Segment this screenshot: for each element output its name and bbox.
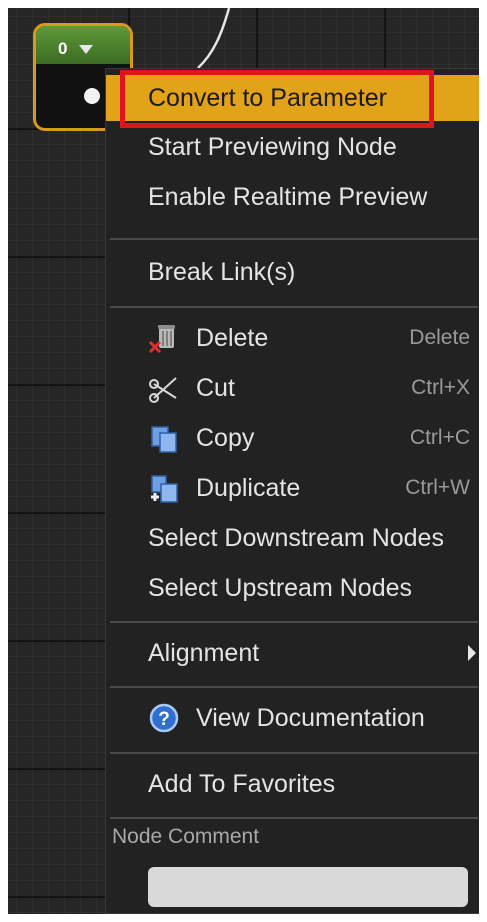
menu-item-break-links[interactable]: Break Link(s) — [106, 249, 479, 295]
submenu-arrow-icon — [468, 645, 476, 661]
menu-item-label: Select Upstream Nodes — [148, 573, 413, 602]
shortcut-label: Ctrl+W — [405, 476, 470, 499]
menu-separator — [110, 686, 478, 688]
node-header: 0 — [36, 26, 130, 64]
svg-text:?: ? — [158, 709, 170, 730]
copy-icon — [148, 422, 180, 454]
expand-caret-icon[interactable] — [79, 44, 94, 54]
menu-item-label: Alignment — [148, 638, 260, 667]
menu-separator — [110, 238, 478, 240]
menu-item-label: Delete — [196, 323, 269, 352]
shortcut-label: Ctrl+C — [409, 426, 470, 449]
menu-item-label: Select Downstream Nodes — [148, 523, 444, 552]
menu-item-start-previewing-node[interactable]: Start Previewing Node — [106, 124, 479, 170]
node-comment-label: Node Comment — [112, 825, 260, 848]
menu-item-label: Break Link(s) — [148, 257, 296, 286]
menu-item-select-downstream-nodes[interactable]: Select Downstream Nodes — [106, 515, 479, 561]
menu-separator — [110, 817, 478, 819]
trash-icon — [148, 322, 180, 354]
menu-item-enable-realtime-preview[interactable]: Enable Realtime Preview — [106, 174, 479, 220]
graph-canvas[interactable]: 0 Convert to Parameter Start Previewing … — [8, 8, 479, 914]
menu-item-delete[interactable]: Delete Delete — [106, 315, 479, 361]
menu-item-label: Copy — [196, 423, 255, 452]
help-icon: ? — [148, 702, 180, 734]
scissors-icon — [148, 372, 180, 404]
shortcut-label: Ctrl+X — [411, 376, 470, 399]
menu-item-label: Duplicate — [196, 473, 301, 502]
menu-item-duplicate[interactable]: Duplicate Ctrl+W — [106, 465, 479, 511]
duplicate-icon — [148, 472, 180, 504]
menu-separator — [110, 752, 478, 754]
output-pin[interactable] — [84, 88, 100, 104]
menu-item-label: Add To Favorites — [148, 769, 336, 798]
node-comment-input[interactable] — [148, 867, 468, 907]
menu-item-label: Start Previewing Node — [148, 132, 397, 161]
annotation-highlight-box — [120, 70, 434, 128]
menu-item-select-upstream-nodes[interactable]: Select Upstream Nodes — [106, 565, 479, 611]
menu-item-add-to-favorites[interactable]: Add To Favorites — [106, 761, 479, 807]
menu-item-alignment[interactable]: Alignment — [106, 630, 479, 676]
node-value: 0 — [58, 39, 68, 58]
menu-item-label: View Documentation — [196, 703, 425, 732]
menu-item-cut[interactable]: Cut Ctrl+X — [106, 365, 479, 411]
menu-separator — [110, 306, 478, 308]
menu-item-label: Enable Realtime Preview — [148, 182, 428, 211]
menu-item-copy[interactable]: Copy Ctrl+C — [106, 415, 479, 461]
menu-item-label: Cut — [196, 373, 235, 402]
shortcut-label: Delete — [409, 326, 470, 349]
menu-item-view-documentation[interactable]: ? View Documentation — [106, 695, 479, 741]
menu-separator — [110, 621, 478, 623]
context-menu: Convert to Parameter Start Previewing No… — [105, 68, 479, 914]
